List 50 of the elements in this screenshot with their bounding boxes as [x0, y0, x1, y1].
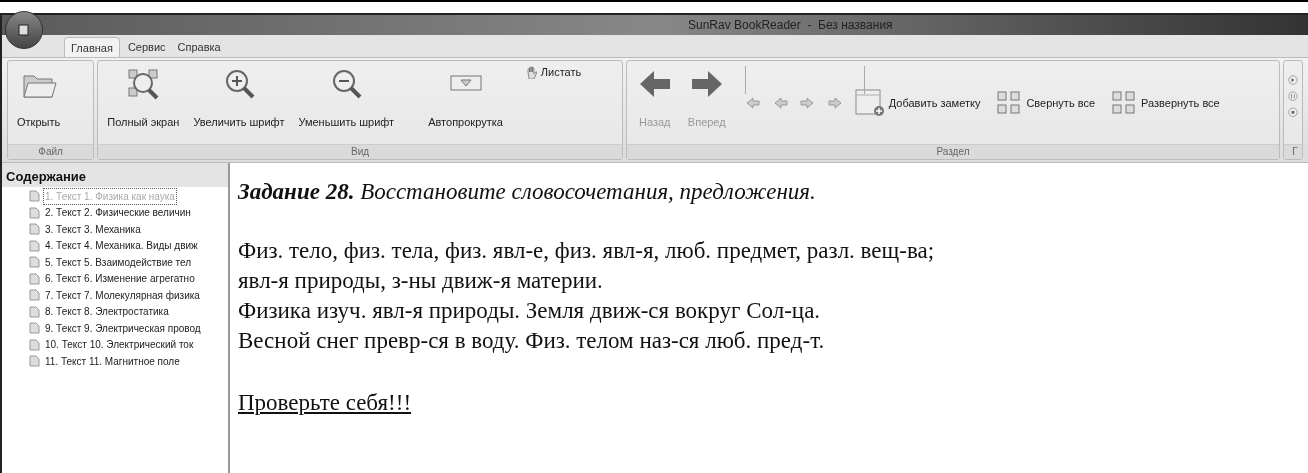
page-icon: [29, 289, 40, 302]
window-title: SunRav BookReader - Без названия: [688, 17, 893, 34]
tree-item[interactable]: 7. Текст 7. Молекулярная физика: [44, 287, 201, 303]
tree-item[interactable]: 3. Текст 3. Механика: [44, 221, 142, 237]
expand-all-icon: [1111, 90, 1138, 116]
ribbon-button[interactable]: Добавить заметку: [854, 89, 981, 117]
tab[interactable]: Сервис: [123, 37, 170, 57]
text-line: Физика изуч. явл-я природы. Земля движ-ся вокруг Сол-ца.: [238, 296, 822, 325]
tree-item[interactable]: 9. Текст 9. Электрическая провод: [44, 320, 202, 336]
group-label: Вид: [350, 146, 370, 157]
tab[interactable]: Главная: [64, 37, 120, 57]
tree-item[interactable]: 10. Текст 10. Электрический ток: [44, 337, 195, 353]
panel-title: Содержание: [2, 163, 228, 187]
tree-item[interactable]: 6. Текст 6. Изменение агрегатно: [44, 271, 196, 287]
page-icon: [29, 190, 40, 203]
collapse-all-icon: [996, 90, 1023, 116]
text-line: явл-я природы, з-ны движ-я материи.: [238, 266, 604, 295]
app-menu-button[interactable]: [5, 11, 43, 49]
ribbon-button[interactable]: Автопрокрутка: [423, 64, 508, 131]
task-heading: Задание 28. Восстановите словосочетания, предложения.: [238, 178, 817, 206]
page-icon: [29, 305, 40, 318]
ribbon-button[interactable]: Развернуть все: [1111, 90, 1220, 116]
page-icon: [29, 206, 40, 219]
tree-item[interactable]: 4. Текст 4. Механика. Виды движ: [44, 238, 199, 254]
ribbon-button[interactable]: Увеличить шрифт: [188, 64, 290, 131]
hand-icon: [525, 65, 537, 79]
app-icon: [17, 23, 31, 37]
text-line: Весной снег превр-ся в воду. Физ. телом наз-ся люб. пред-т.: [238, 326, 826, 355]
group-label: Файл: [38, 146, 63, 157]
group-label: Г: [1292, 146, 1298, 157]
page-icon: [29, 338, 40, 351]
page-icon: [29, 272, 40, 285]
ribbon-button[interactable]: Открыть: [12, 64, 66, 131]
check-link[interactable]: Проверьте себя!!!: [238, 385, 412, 420]
page-icon: [29, 355, 40, 368]
page-icon: [29, 223, 40, 236]
page-icon: [29, 239, 40, 252]
tree-item[interactable]: 11. Текст 11. Магнитное поле: [44, 353, 181, 369]
page-icon: [29, 322, 40, 335]
group-label: Раздел: [936, 146, 970, 157]
tree-item[interactable]: 8. Текст 8. Электростатика: [44, 304, 170, 320]
ribbon-button[interactable]: Листать: [525, 64, 582, 81]
tree-item[interactable]: 5. Текст 5. Взаимодействие тел: [44, 254, 193, 270]
tab[interactable]: Справка: [173, 37, 225, 57]
ribbon-button[interactable]: Полный экран: [102, 64, 185, 131]
ribbon-button[interactable]: Уменьшить шрифт: [293, 64, 400, 131]
ribbon-button[interactable]: Свернуть все: [996, 90, 1096, 116]
page-icon: [29, 256, 40, 269]
text-line: Физ. тело, физ. тела, физ. явл-е, физ. явл-я, люб. предмет, разл. вещ-ва;: [238, 236, 936, 265]
tree-item[interactable]: 2. Текст 2. Физические величин: [44, 205, 192, 221]
